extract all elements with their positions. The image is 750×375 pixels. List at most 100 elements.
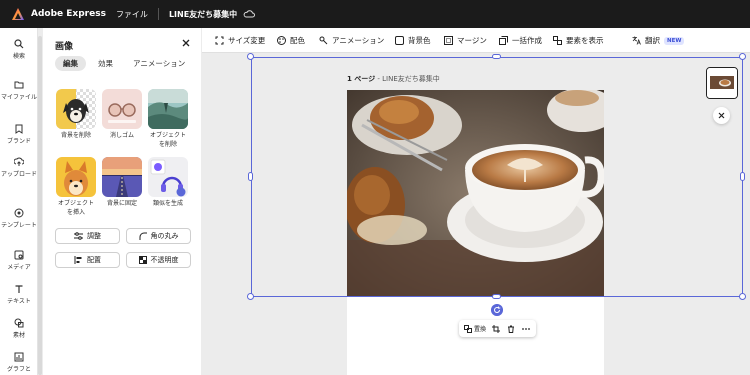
margin-button[interactable]: マージン: [444, 35, 487, 46]
file-menu[interactable]: ファイル: [116, 9, 148, 20]
rail-label: 素材: [12, 332, 25, 339]
tool-remove-background[interactable]: [56, 89, 96, 129]
brand-icon: [15, 124, 23, 134]
resize-handle-top[interactable]: [492, 54, 501, 59]
animation-icon: [319, 36, 328, 45]
more-icon[interactable]: [522, 325, 530, 333]
resize-handle-top-right[interactable]: [739, 53, 746, 60]
button-label: 角の丸み: [150, 232, 179, 240]
tool-generate-similar[interactable]: [148, 157, 188, 197]
close-icon: [718, 112, 725, 119]
align-icon: [74, 256, 82, 264]
close-pages-button[interactable]: [713, 107, 730, 124]
tool-label: 背景色: [408, 36, 431, 45]
show-elements-button[interactable]: 要素を表示: [553, 35, 604, 46]
translate-button[interactable]: 翻訳 NEW: [632, 35, 685, 46]
tool-label: 背景を削除: [60, 132, 91, 139]
rail-label: メディア: [7, 264, 31, 271]
rail-item-charts[interactable]: グラフと: [0, 352, 38, 373]
background-color-icon: [395, 36, 404, 45]
tab-edit[interactable]: 編集: [55, 56, 86, 71]
tab-animation[interactable]: アニメーション: [125, 56, 193, 71]
left-rail: 検索 マイファイル ブランド アップロード テンプレート メディア テキスト 素…: [0, 28, 38, 375]
resize-button[interactable]: サイズ変更: [215, 35, 265, 46]
road-thumbnail: [102, 157, 142, 197]
rail-item-search[interactable]: 検索: [0, 39, 38, 60]
background-color-button[interactable]: 背景色: [395, 35, 431, 46]
tool-label: オブジェクト を挿入: [57, 200, 94, 216]
landscape-thumbnail: [148, 89, 188, 129]
rail-item-templates[interactable]: テンプレート: [0, 208, 38, 229]
adjust-button[interactable]: 調整: [55, 228, 120, 244]
top-bar: Adobe Express ファイル LINE友だち募集中: [0, 0, 750, 28]
chart-icon: [14, 352, 24, 362]
tool-label: 消しゴム: [109, 132, 134, 139]
trash-icon[interactable]: [507, 325, 515, 333]
rail-item-text[interactable]: テキスト: [0, 284, 38, 305]
panel-tabs: 編集 効果 アニメーション: [55, 56, 197, 71]
tool-remove-object[interactable]: [148, 89, 188, 129]
search-icon: [14, 39, 24, 49]
margin-icon: [444, 36, 453, 45]
corner-icon: [139, 232, 147, 240]
resize-handle-top-left[interactable]: [247, 53, 254, 60]
tool-insert-object[interactable]: [56, 157, 96, 197]
image-panel: 画像 編集 効果 アニメーション 背景を削除 消しゴム オブジェクト を削除 オ…: [43, 28, 201, 375]
tool-label: 要素を表示: [566, 36, 604, 45]
tool-label: マージン: [457, 36, 487, 45]
resize-handle-left[interactable]: [248, 172, 253, 181]
crop-icon[interactable]: [492, 324, 501, 333]
divider: [157, 8, 159, 20]
resize-handle-right[interactable]: [740, 172, 745, 181]
bulk-create-button[interactable]: 一括作成: [499, 35, 542, 46]
color-scheme-button[interactable]: 配色: [277, 35, 305, 46]
button-label: 調整: [87, 232, 101, 240]
tool-lock-background[interactable]: [102, 157, 142, 197]
animation-button[interactable]: アニメーション: [319, 35, 384, 46]
resize-handle-bottom-left[interactable]: [247, 293, 254, 300]
rail-label: マイファイル: [0, 94, 37, 101]
rail-label: グラフと: [6, 366, 31, 373]
resize-handle-bottom[interactable]: [492, 294, 501, 299]
rail-item-elements[interactable]: 素材: [0, 318, 38, 339]
resize-handle-bottom-right[interactable]: [739, 293, 746, 300]
rail-item-my-files[interactable]: マイファイル: [0, 80, 38, 101]
tool-label: 配色: [290, 36, 305, 45]
resize-icon: [215, 36, 224, 45]
bulk-create-icon: [499, 36, 508, 45]
opacity-button[interactable]: 不透明度: [126, 252, 191, 268]
rail-item-upload[interactable]: アップロード: [0, 157, 38, 178]
tool-label: 背景に固定: [106, 200, 137, 207]
tab-effects[interactable]: 効果: [90, 56, 121, 71]
tool-label: 一括作成: [512, 36, 542, 45]
rail-item-media[interactable]: メディア: [0, 250, 38, 271]
app-name: Adobe Express: [31, 9, 106, 19]
adobe-express-logo-icon[interactable]: [11, 7, 25, 21]
tool-label: オブジェクト を削除: [149, 132, 186, 148]
tool-eraser[interactable]: [102, 89, 142, 129]
cloud-icon[interactable]: [243, 8, 256, 20]
template-icon: [14, 208, 24, 218]
dog-thumbnail: [56, 89, 96, 129]
rail-label: テキスト: [7, 298, 31, 305]
close-icon[interactable]: [180, 37, 192, 49]
panel-title: 画像: [55, 42, 74, 52]
document-title[interactable]: LINE友だち募集中: [169, 9, 237, 20]
replace-icon: [464, 324, 472, 333]
text-icon: [15, 285, 23, 293]
rail-item-brand[interactable]: ブランド: [0, 124, 38, 145]
page-thumbnail[interactable]: [706, 67, 738, 99]
headphones-thumbnail: [148, 157, 188, 197]
rotate-icon[interactable]: [491, 304, 503, 316]
corner-radius-button[interactable]: 角の丸み: [126, 228, 191, 244]
tool-label: サイズ変更: [228, 36, 266, 45]
replace-button[interactable]: 置換: [474, 324, 486, 333]
folder-icon: [14, 81, 24, 89]
selection-box: [251, 57, 743, 297]
rail-label: 検索: [12, 53, 25, 60]
palette-icon: [277, 36, 286, 45]
align-button[interactable]: 配置: [55, 252, 120, 268]
panel-scrollbar[interactable]: [38, 36, 42, 375]
media-icon: [14, 250, 24, 260]
page-thumbnail-image: [707, 68, 737, 98]
